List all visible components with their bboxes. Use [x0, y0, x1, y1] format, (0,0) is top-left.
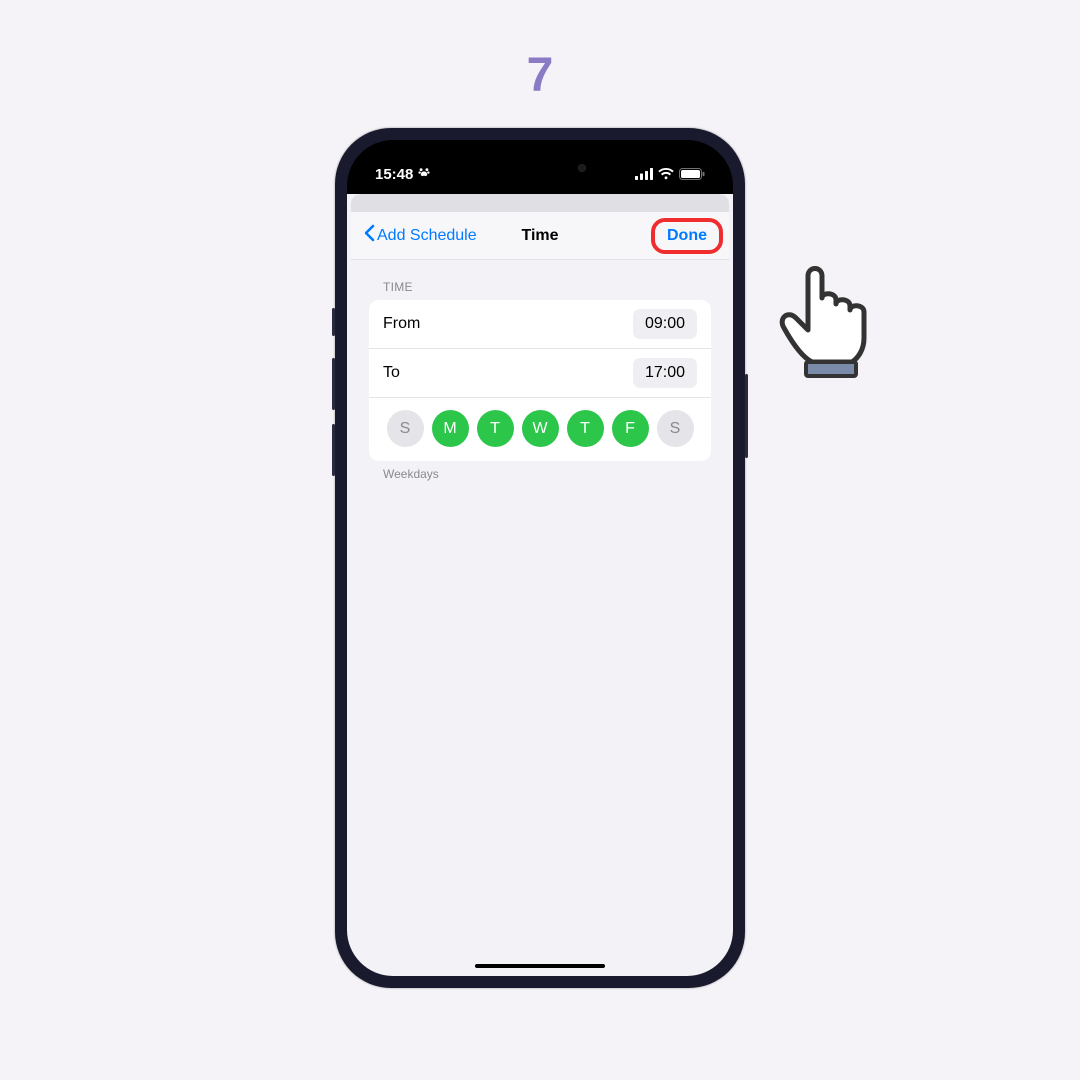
from-time-picker[interactable]: 09:00	[633, 309, 697, 339]
row-to: To 17:00	[369, 348, 711, 397]
home-indicator[interactable]	[475, 964, 605, 968]
cellular-icon	[635, 168, 653, 180]
back-label: Add Schedule	[377, 227, 477, 245]
done-button[interactable]: Done	[657, 223, 717, 249]
section-footer: Weekdays	[383, 467, 697, 481]
day-toggle-sat[interactable]: S	[657, 410, 694, 447]
battery-icon	[679, 168, 705, 180]
silent-switch	[332, 308, 335, 336]
day-toggle-mon[interactable]: M	[432, 410, 469, 447]
step-number: 7	[527, 48, 554, 103]
dynamic-island	[480, 152, 600, 184]
back-button[interactable]: Add Schedule	[363, 224, 477, 247]
nav-title: Time	[521, 227, 558, 245]
row-from: From 09:00	[369, 300, 711, 348]
day-toggle-fri[interactable]: F	[612, 410, 649, 447]
phone-screen: 15:48	[347, 140, 733, 976]
section-header-time: TIME	[383, 280, 697, 294]
time-card: From 09:00 To 17:00 S M T W T F S	[369, 300, 711, 461]
screen-content: Add Schedule Time Done TIME From 09:00 T…	[347, 194, 733, 976]
to-time-picker[interactable]: 17:00	[633, 358, 697, 388]
day-toggle-thu[interactable]: T	[567, 410, 604, 447]
days-row: S M T W T F S	[369, 397, 711, 461]
status-clock: 15:48	[375, 166, 413, 183]
power-button	[745, 374, 748, 458]
volume-up-button	[332, 358, 335, 410]
day-toggle-sun[interactable]: S	[387, 410, 424, 447]
day-toggle-wed[interactable]: W	[522, 410, 559, 447]
wifi-icon	[658, 168, 674, 180]
chevron-left-icon	[363, 224, 375, 247]
paw-icon	[417, 165, 431, 183]
pointer-hand-icon	[770, 242, 898, 385]
phone-frame: 15:48	[335, 128, 745, 988]
volume-down-button	[332, 424, 335, 476]
day-toggle-tue[interactable]: T	[477, 410, 514, 447]
to-label: To	[383, 364, 400, 382]
from-label: From	[383, 315, 420, 333]
navigation-bar: Add Schedule Time Done	[351, 212, 729, 260]
sheet-background-hint	[351, 194, 729, 212]
done-label: Done	[667, 227, 707, 244]
